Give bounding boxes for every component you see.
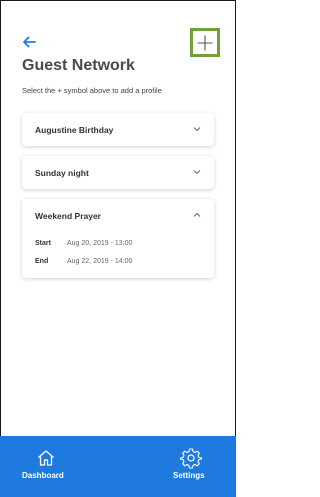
page-title: Guest Network <box>22 57 135 74</box>
gear-icon <box>180 448 202 469</box>
tab-settings[interactable]: Settings <box>118 436 236 497</box>
tab-dashboard[interactable]: Dashboard <box>0 436 118 497</box>
bottom-tab-bar: Dashboard Settings <box>0 436 236 497</box>
arrow-left-icon <box>23 36 36 48</box>
back-button[interactable] <box>21 34 37 50</box>
add-profile-button[interactable] <box>190 28 220 57</box>
profile-name: Sunday night <box>35 168 89 178</box>
profile-card[interactable]: Sunday night <box>22 156 214 189</box>
chevron-down-icon[interactable] <box>193 168 201 176</box>
end-value: Aug 22, 2019 - 14:00 <box>67 258 133 265</box>
end-label: End <box>35 258 49 265</box>
app-screen: Guest Network Select the + symbol above … <box>0 0 236 497</box>
plus-icon <box>197 35 213 50</box>
tab-label: Dashboard <box>22 471 64 480</box>
start-label: Start <box>35 240 51 247</box>
profile-card[interactable]: Augustine Birthday <box>22 113 214 146</box>
chevron-up-icon[interactable] <box>193 211 201 219</box>
profile-card-expanded[interactable]: Weekend Prayer Start Aug 20, 2019 - 13:0… <box>22 199 214 278</box>
start-value: Aug 20, 2019 - 13:00 <box>67 240 133 247</box>
profile-name: Weekend Prayer <box>35 211 101 221</box>
profile-name: Augustine Birthday <box>35 125 114 135</box>
home-icon <box>38 450 54 466</box>
page-subtitle: Select the + symbol above to add a profi… <box>22 86 162 95</box>
chevron-down-icon[interactable] <box>193 125 201 133</box>
tab-label: Settings <box>173 471 205 480</box>
